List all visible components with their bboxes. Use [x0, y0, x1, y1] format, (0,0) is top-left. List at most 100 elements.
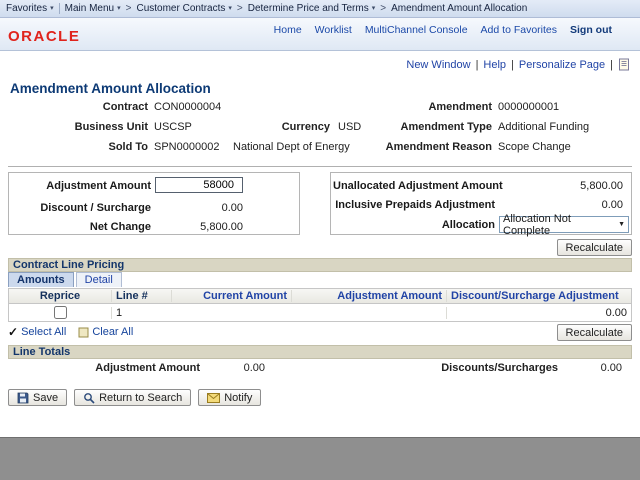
breadcrumb-customer-contracts-label: Customer Contracts	[136, 3, 226, 14]
column-header-reprice: Reprice	[39, 290, 81, 302]
search-icon	[83, 392, 95, 404]
oracle-logo: ORACLE	[8, 28, 81, 45]
discount-surcharge-adjustment-cell: 0.00	[446, 306, 631, 319]
background-area	[0, 437, 640, 480]
amendment-value: 0000000001	[498, 101, 560, 113]
inclusive-prepaids-value: 0.00	[601, 199, 623, 211]
recalculate-button-grid[interactable]: Recalculate	[556, 324, 632, 341]
tab-amounts[interactable]: Amounts	[8, 272, 74, 287]
net-change-value: 5,800.00	[200, 221, 243, 233]
column-header-current-amount[interactable]: Current Amount	[171, 290, 291, 302]
breadcrumb-determine-price-and-terms-label: Determine Price and Terms	[247, 3, 369, 14]
net-change-label: Net Change	[89, 221, 151, 233]
breadcrumb-customer-contracts[interactable]: Customer Contracts ▾	[136, 3, 231, 14]
save-button-label: Save	[33, 391, 59, 404]
grid-tabs: Amounts Detail	[8, 272, 124, 287]
breadcrumb-main-menu-label: Main Menu	[64, 3, 115, 14]
new-window-link[interactable]: New Window	[406, 59, 470, 71]
grid-action-links: ✓ Select All Clear All	[8, 326, 133, 338]
home-link[interactable]: Home	[274, 24, 302, 36]
inclusive-prepaids-label: Inclusive Prepaids Adjustment	[335, 199, 495, 211]
breadcrumb-favorites[interactable]: Favorites ▾	[6, 3, 54, 14]
clear-all-link[interactable]: Clear All	[78, 326, 133, 338]
select-all-label: Select All	[21, 326, 67, 338]
business-unit-label: Business Unit	[74, 121, 148, 133]
personalize-page-link[interactable]: Personalize Page	[519, 59, 605, 71]
check-icon: ✓	[8, 325, 19, 339]
column-header-adjustment-amount[interactable]: Adjustment Amount	[291, 290, 446, 302]
breadcrumb-separator: >	[125, 3, 132, 14]
contract-line-pricing-grid: Reprice Line # Current Amount Adjustment…	[8, 288, 632, 322]
reprice-checkbox[interactable]	[53, 306, 67, 319]
contract-line-pricing-title: Contract Line Pricing	[13, 259, 125, 271]
contract-label: Contract	[102, 101, 148, 113]
return-to-search-button[interactable]: Return to Search	[74, 389, 192, 406]
clear-box-icon	[78, 327, 89, 338]
breadcrumb-separator: >	[380, 3, 387, 14]
discount-surcharge-label: Discount / Surcharge	[40, 202, 151, 214]
dropdown-arrow-icon: ▼	[618, 221, 625, 228]
save-icon	[17, 392, 29, 404]
breadcrumb: Favorites ▾ Main Menu ▾ > Customer Contr…	[0, 0, 640, 18]
allocation-status-selected-value: Allocation Not Complete	[503, 212, 571, 237]
breadcrumb-divider	[58, 3, 60, 14]
breadcrumb-determine-price-and-terms[interactable]: Determine Price and Terms ▾	[248, 3, 376, 14]
table-row: 1 0.00	[9, 304, 631, 321]
link-separator: |	[475, 58, 479, 71]
amendment-reason-value: Scope Change	[498, 141, 571, 153]
notify-button[interactable]: Notify	[198, 389, 262, 406]
sold-to-label: Sold To	[108, 141, 148, 153]
multichannel-console-link[interactable]: MultiChannel Console	[365, 24, 468, 36]
copy-url-icon[interactable]	[618, 58, 630, 71]
help-link[interactable]: Help	[483, 59, 506, 71]
adjustments-groupbox: Adjustment Amount Discount / Surcharge 0…	[8, 172, 300, 235]
breadcrumb-current-page: Amendment Amount Allocation	[391, 3, 528, 14]
line-totals-header: Line Totals	[8, 345, 632, 359]
chevron-down-icon: ▾	[50, 5, 54, 12]
select-all-link[interactable]: ✓ Select All	[8, 326, 66, 338]
link-separator: |	[511, 58, 514, 71]
amendment-type-value: Additional Funding	[498, 121, 590, 133]
line-number-cell: 1	[111, 306, 171, 319]
header-bar: ORACLE Home Worklist MultiChannel Consol…	[0, 18, 640, 51]
chevron-down-icon: ▾	[371, 5, 376, 12]
unallocated-adjustment-label: Unallocated Adjustment Amount	[333, 180, 503, 192]
adjustment-amount-input[interactable]	[155, 177, 243, 193]
return-to-search-button-label: Return to Search	[99, 391, 183, 404]
notify-button-label: Notify	[224, 391, 253, 404]
footer-toolbar: Save Return to Search Notify	[8, 389, 262, 406]
grid-header-row: Reprice Line # Current Amount Adjustment…	[9, 289, 631, 304]
contract-value: CON0000004	[154, 101, 222, 113]
save-button[interactable]: Save	[8, 389, 68, 406]
business-unit-value: USCSP	[154, 121, 192, 133]
amendment-label: Amendment	[428, 101, 492, 113]
sold-to-value: SPN0000002	[154, 141, 220, 153]
reprice-cell	[9, 306, 111, 319]
tab-detail[interactable]: Detail	[75, 272, 122, 287]
header-links: Home Worklist MultiChannel Console Add t…	[274, 24, 612, 36]
breadcrumb-favorites-label: Favorites	[6, 3, 48, 14]
breadcrumb-separator: >	[236, 3, 243, 14]
sold-to-description: National Dept of Energy	[233, 141, 350, 153]
contract-line-pricing-header: Contract Line Pricing	[8, 258, 632, 272]
total-adjustment-amount-value: 0.00	[243, 362, 265, 374]
add-to-favorites-link[interactable]: Add to Favorites	[481, 24, 557, 36]
allocation-groupbox: Unallocated Adjustment Amount 5,800.00 I…	[330, 172, 632, 237]
clear-all-label: Clear All	[92, 326, 134, 338]
sign-out-link[interactable]: Sign out	[570, 24, 612, 36]
worklist-link[interactable]: Worklist	[315, 24, 352, 36]
horizontal-divider	[8, 166, 632, 167]
currency-label: Currency	[281, 121, 330, 133]
breadcrumb-main-menu[interactable]: Main Menu ▾	[65, 3, 121, 14]
chevron-down-icon: ▾	[117, 5, 121, 12]
page-action-links: New Window | Help | Personalize Page |	[406, 58, 630, 71]
recalculate-button-top[interactable]: Recalculate	[556, 239, 632, 256]
discount-surcharge-value: 0.00	[221, 202, 243, 214]
column-header-line-number: Line #	[111, 290, 171, 302]
column-header-discount-surcharge-adjustment[interactable]: Discount/Surcharge Adjustment	[446, 290, 631, 302]
line-totals-title: Line Totals	[13, 346, 71, 358]
allocation-status-select[interactable]: Allocation Not Complete ▼	[499, 213, 629, 237]
amendment-reason-label: Amendment Reason	[385, 141, 492, 153]
envelope-icon	[207, 392, 221, 403]
total-discounts-surcharges-label: Discounts/Surcharges	[441, 362, 558, 374]
